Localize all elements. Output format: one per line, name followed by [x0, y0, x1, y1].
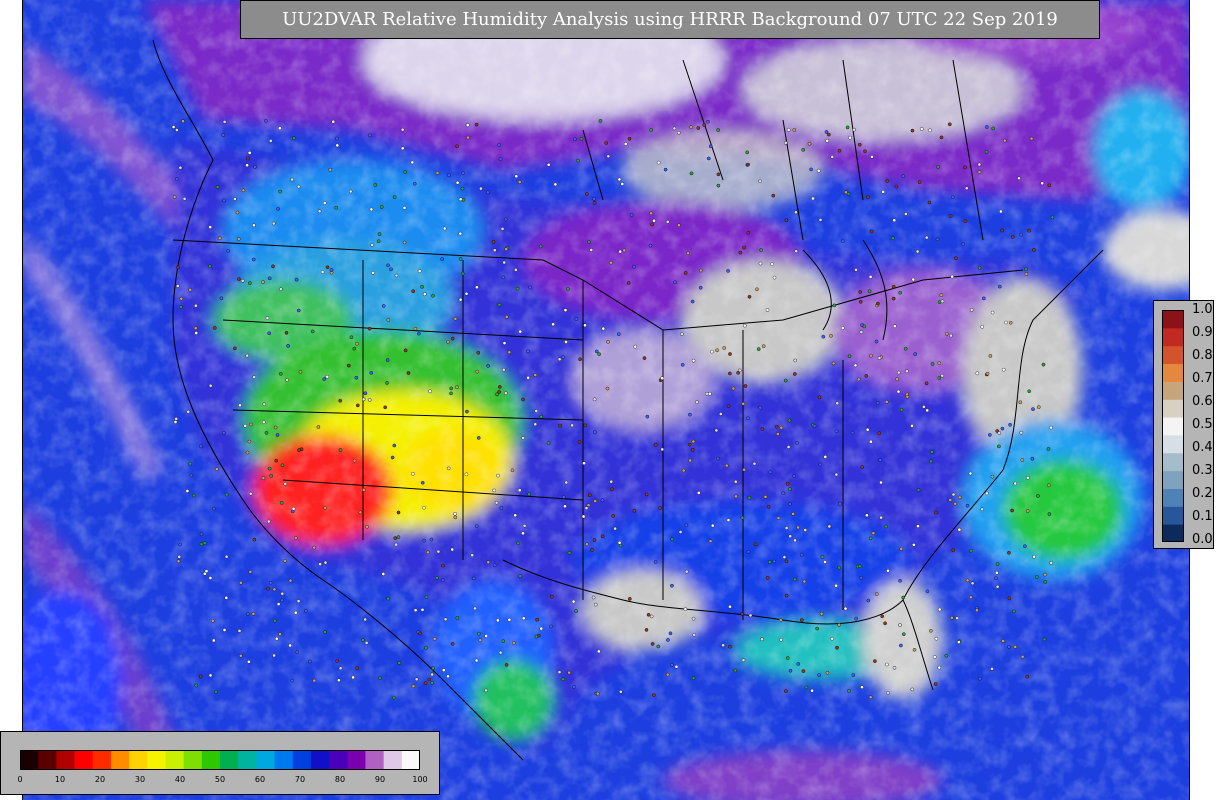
rh-percent-segment — [110, 750, 130, 770]
rh-percent-segment — [74, 750, 94, 770]
rh-percent-segment — [165, 750, 185, 770]
rh-percent-segment — [274, 750, 294, 770]
rh-colorbar-segment — [1162, 434, 1184, 454]
rh-colorbar-tick-label: 0.8 — [1192, 348, 1213, 363]
rh-percent-tick-label: 80 — [334, 775, 346, 784]
rh-colorbar-tick-label: 0.9 — [1192, 325, 1213, 340]
rh-percent-gradient — [20, 750, 420, 770]
rh-percent-tick-label: 10 — [54, 775, 66, 784]
rh-percent-tick-label: 20 — [94, 775, 106, 784]
rh-percent-tick-label: 70 — [294, 775, 306, 784]
rh-percent-segment — [256, 750, 276, 770]
rh-percent-segment — [238, 750, 257, 770]
rh-colorbar-tick-label: 0.4 — [1192, 440, 1213, 455]
rh-percent-segment — [347, 750, 366, 770]
rh-percent-segment — [329, 750, 348, 770]
rh-percent-tick-label: 60 — [254, 775, 266, 784]
rh-difference-colorbar: 0.0 0.1 0.2 0.3 0.4 0.5 0.6 0.7 0.8 0.9 1.0 — [1153, 300, 1214, 549]
rh-colorbar-segment — [1162, 363, 1184, 382]
rh-percent-colorbar: 0 10 20 30 40 50 60 70 80 90 100 — [0, 731, 440, 795]
rh-percent-tick-label: 90 — [374, 775, 386, 784]
rh-percent-tick-label: 100 — [412, 775, 428, 784]
rh-colorbar-segment — [1162, 399, 1184, 418]
rh-colorbar-segment — [1162, 310, 1184, 329]
rh-percent-segment — [401, 750, 420, 770]
rh-percent-segment — [220, 750, 239, 770]
rh-colorbar-gradient — [1162, 310, 1184, 542]
rh-percent-segment — [20, 750, 39, 770]
rh-colorbar-segment — [1162, 417, 1184, 436]
rh-colorbar-tick-label: 0.2 — [1192, 486, 1213, 501]
rh-percent-segment — [147, 750, 166, 770]
rh-percent-segment — [292, 750, 312, 770]
rh-percent-tick-label: 0 — [17, 775, 23, 784]
rh-analysis-map — [22, 0, 1190, 800]
rh-map-canvas — [23, 0, 1189, 800]
rh-colorbar-tick-label: 0.3 — [1192, 463, 1213, 478]
rh-percent-segment — [56, 750, 76, 770]
rh-percent-tick-label: 50 — [214, 775, 226, 784]
map-title: UU2DVAR Relative Humidity Analysis using… — [240, 0, 1100, 39]
rh-percent-tick-label: 30 — [134, 775, 146, 784]
rh-colorbar-tick-label: 0.7 — [1192, 371, 1213, 386]
rh-colorbar-segment — [1162, 345, 1184, 365]
rh-percent-segment — [201, 750, 221, 770]
rh-colorbar-segment — [1162, 506, 1184, 525]
rh-colorbar-segment — [1162, 327, 1184, 347]
rh-colorbar-tick-label: 0.5 — [1192, 417, 1213, 432]
rh-colorbar-segment — [1162, 470, 1184, 489]
rh-percent-segment — [310, 750, 330, 770]
rh-colorbar-tick-label: 0.6 — [1192, 394, 1213, 409]
rh-percent-segment — [365, 750, 385, 770]
rh-percent-segment — [383, 750, 403, 770]
rh-colorbar-segment — [1162, 452, 1184, 472]
rh-colorbar-tick-label: 1.0 — [1192, 302, 1213, 317]
rh-colorbar-segment — [1162, 381, 1184, 400]
rh-percent-segment — [183, 750, 203, 770]
rh-percent-segment — [92, 750, 112, 770]
rh-colorbar-tick-label: 0.1 — [1192, 509, 1213, 524]
rh-percent-tick-label: 40 — [174, 775, 186, 784]
rh-percent-segment — [38, 750, 57, 770]
rh-colorbar-tick-label: 0.0 — [1192, 532, 1213, 547]
rh-colorbar-segment — [1162, 524, 1184, 542]
rh-percent-segment — [129, 750, 148, 770]
rh-colorbar-segment — [1162, 488, 1184, 507]
